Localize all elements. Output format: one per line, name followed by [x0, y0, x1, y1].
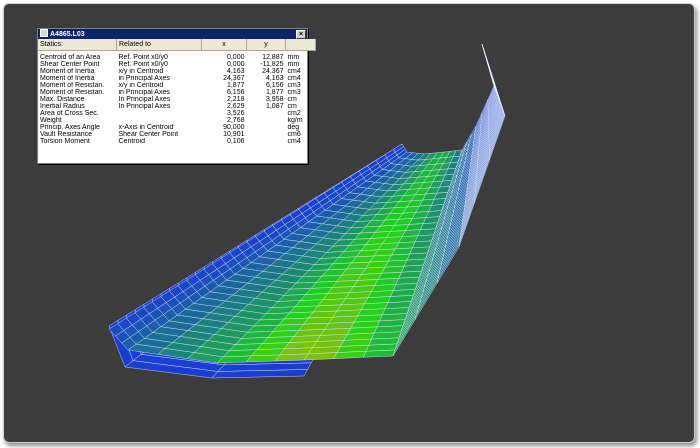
cell-statics: Moment of Resistan.: [40, 82, 105, 89]
window-icon: [40, 29, 48, 37]
cell-related-to: In Principal Axes: [118, 96, 171, 103]
table-row[interactable]: Vault Resistance Shear Center Point 10,901…: [38, 131, 316, 138]
cell-unit: cm4: [287, 75, 301, 82]
cell-y: 24,367: [262, 68, 284, 75]
header-unit[interactable]: [285, 39, 316, 51]
cell-x: 0,000: [226, 61, 245, 68]
cell-statics: Vault Resistance: [40, 131, 93, 138]
window-titlebar[interactable]: A4865.L03 ×: [38, 29, 307, 39]
cell-statics: Area of Cross Sec.: [40, 110, 99, 117]
cell-related-to: Centroid: [118, 138, 145, 145]
cell-related-to: x/y in Centroid: [118, 68, 164, 75]
cell-related-to: [117, 110, 202, 117]
table-row[interactable]: Moment of Resistan. in Principal Axes 6,15…: [38, 89, 316, 96]
header-x[interactable]: x: [201, 39, 247, 51]
cell-y: 1,877: [265, 89, 284, 96]
cell-x: 10,901: [223, 131, 245, 138]
table-row[interactable]: Weight 2,768 kg/m: [38, 117, 316, 124]
table-row[interactable]: Max. Distance In Principal Axes 2,218 3,958…: [38, 96, 316, 103]
table-row[interactable]: Torsion Moment Centroid 0,106 cm4: [38, 138, 316, 145]
cell-statics: Inertial Radius: [40, 103, 85, 110]
mesh-element: [303, 352, 338, 361]
cell-x: 24,367: [223, 75, 245, 82]
cell-x: 0,000: [226, 54, 245, 61]
cell-y: 12,887: [262, 54, 284, 61]
mesh-element: [245, 354, 281, 363]
table-row[interactable]: Shear Center Point Ref. Point x0/y0 0,000 -…: [38, 61, 316, 68]
cell-statics: Weight: [40, 117, 62, 124]
cell-x: 0,106: [226, 138, 245, 145]
cell-x: 2,768: [226, 117, 245, 124]
header-related-to[interactable]: Related to: [116, 39, 202, 51]
mesh-element: [362, 349, 396, 358]
cell-unit: deg: [287, 124, 300, 131]
cell-y: [247, 117, 286, 124]
cell-related-to: Ref. Point x0/y0: [118, 61, 168, 68]
table-row[interactable]: Inertial Radius In Principal Axes 2,629 1,0…: [38, 103, 316, 110]
cell-y: [247, 124, 286, 131]
cell-y: [247, 131, 286, 138]
cell-statics: Princip. Axes Angle: [40, 124, 100, 131]
cell-statics: Moment of Resistan.: [40, 89, 105, 96]
header-statics[interactable]: Statics:: [38, 39, 117, 51]
cell-statics: Shear Center Point: [40, 61, 100, 68]
table-row[interactable]: Moment of Resistan. x/y in Centroid 1,877 6…: [38, 82, 316, 89]
section-properties-window[interactable]: A4865.L03 × Statics: Related to x y Cent…: [37, 28, 316, 164]
cell-y: 3,958: [265, 96, 284, 103]
header-y[interactable]: y: [246, 39, 286, 51]
cell-y: 4,163: [265, 75, 284, 82]
cell-related-to: x-Axis in Centroid: [118, 124, 174, 131]
cell-statics: Moment of Inertia: [40, 75, 95, 82]
cell-unit: cm4: [287, 138, 301, 145]
cell-unit: cm2: [287, 110, 301, 117]
cell-unit: kg/m: [287, 117, 303, 124]
cell-y: [247, 110, 286, 117]
cell-unit: cm: [287, 96, 297, 103]
cell-related-to: In Principal Axes: [118, 103, 171, 110]
cell-y: -11,825: [260, 61, 284, 68]
mesh-element: [333, 351, 367, 359]
cell-related-to: in Principal Axes: [118, 75, 170, 82]
header-row: Statics: Related to x y: [38, 39, 316, 51]
cell-unit: cm6: [287, 131, 301, 138]
mesh-element: [481, 43, 490, 69]
table-row[interactable]: Centroid of an Area Ref. Point x0/y0 0,000…: [38, 51, 316, 62]
window-title: A4865.L03: [50, 31, 85, 38]
cell-y: 6,156: [265, 82, 284, 89]
cell-related-to: x/y in Centroid: [118, 82, 164, 89]
cell-x: 6,156: [226, 89, 245, 96]
cell-y: [247, 138, 286, 145]
cell-unit: mm: [287, 61, 300, 68]
cell-related-to: Shear Center Point: [118, 131, 179, 138]
cell-statics: Torsion Moment: [40, 138, 90, 145]
cell-unit: cm3: [287, 89, 301, 96]
3d-viewport[interactable]: A4865.L03 × Statics: Related to x y Cent…: [3, 3, 695, 443]
cell-unit: cm: [287, 103, 297, 110]
table-row[interactable]: Moment of Inertia x/y in Centroid 4,163 24,…: [38, 68, 316, 75]
cell-related-to: [117, 117, 202, 124]
table-row[interactable]: Princip. Axes Angle x-Axis in Centroid 90,…: [38, 124, 316, 131]
cell-statics: Centroid of an Area: [40, 54, 101, 61]
cell-x: 3,526: [226, 110, 245, 117]
close-button[interactable]: ×: [296, 30, 306, 39]
cell-unit: mm: [287, 54, 300, 61]
cell-x: 1,877: [226, 82, 245, 89]
cell-x: 4,163: [226, 68, 245, 75]
cell-related-to: Ref. Point x0/y0: [118, 54, 168, 61]
properties-table: Statics: Related to x y Centroid of an A…: [38, 39, 316, 145]
cell-unit: cm4: [287, 68, 301, 75]
cell-related-to: in Principal Axes: [118, 89, 170, 96]
cell-x: 2,629: [226, 103, 245, 110]
cell-x: 90,000: [223, 124, 245, 131]
cell-statics: Moment of Inertia: [40, 68, 95, 75]
cell-unit: cm3: [287, 82, 301, 89]
mesh-element: [274, 353, 309, 362]
table-row[interactable]: Area of Cross Sec. 3,526 cm2: [38, 110, 316, 117]
cell-y: 1,087: [265, 103, 284, 110]
table-row[interactable]: Moment of Inertia in Principal Axes 24,367…: [38, 75, 316, 82]
cell-statics: Max. Distance: [40, 96, 85, 103]
cell-x: 2,218: [226, 96, 245, 103]
